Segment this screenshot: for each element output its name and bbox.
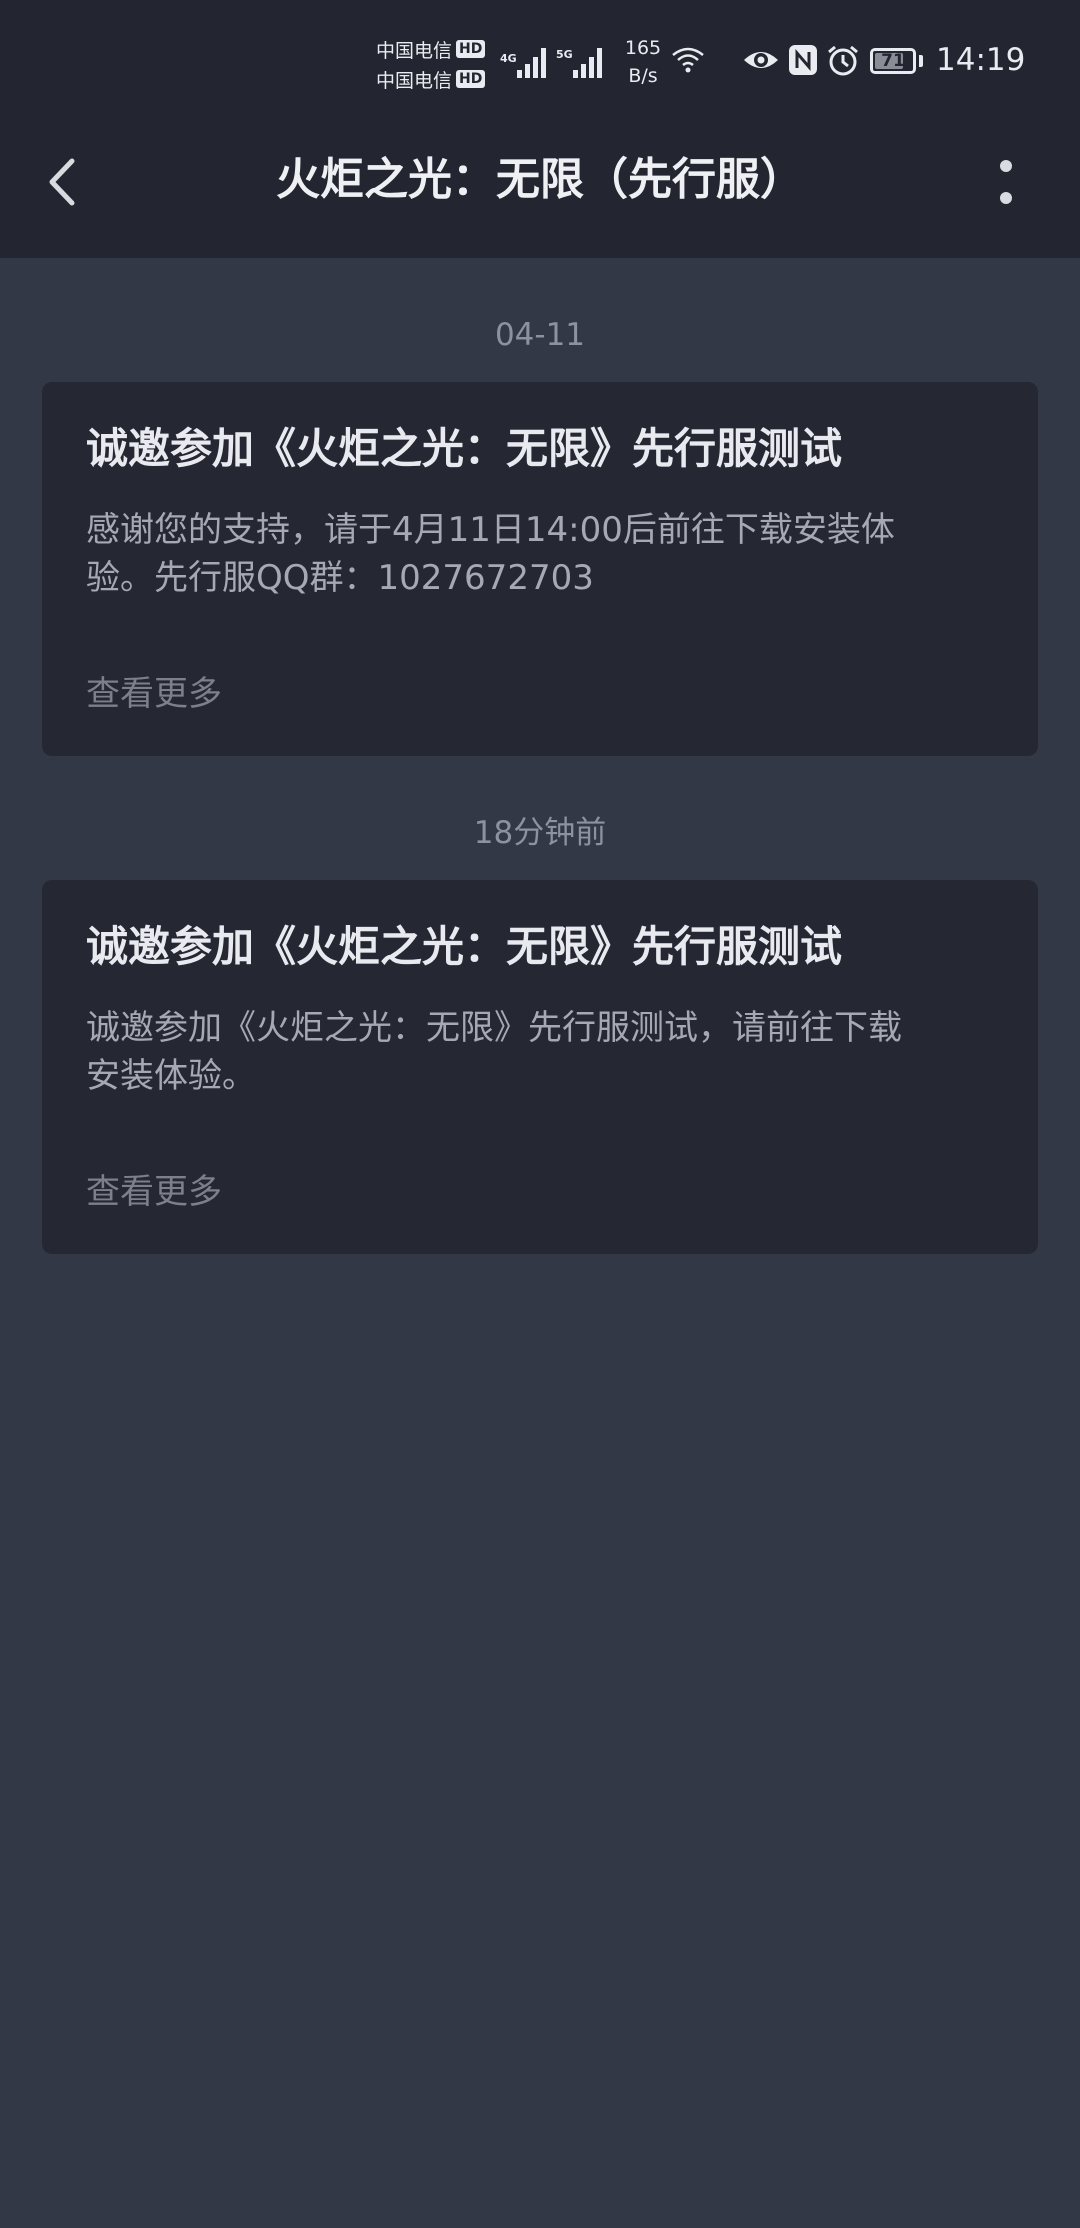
message-body-line: 诚邀参加《火炬之光：无限》先行服测试，请前往下载	[86, 1008, 902, 1048]
signal-icon-2	[573, 48, 602, 78]
message-list: 04-11 诚邀参加《火炬之光：无限》先行服测试 感谢您的支持，请于4月11日1…	[0, 258, 1080, 1254]
back-button[interactable]	[30, 150, 94, 214]
more-vertical-icon	[1000, 160, 1012, 204]
battery-percent: 71	[881, 51, 905, 71]
status-bar: 中国电信 HD 中国电信 HD 4G 5G 165 B/s 71 14:19	[0, 0, 1080, 120]
view-more-link[interactable]: 查看更多	[86, 670, 222, 718]
carrier-line-1: 中国电信 HD	[376, 34, 494, 64]
speed-unit: B/s	[628, 65, 658, 87]
carrier-name-2: 中国电信	[376, 69, 453, 92]
message-body: 感谢您的支持，请于4月11日14:00后前往下载安装体 验。先行服QQ群：102…	[86, 506, 994, 602]
speed-value: 165	[624, 37, 662, 59]
wifi-icon	[672, 47, 704, 73]
page-title: 火炬之光：无限（先行服）	[276, 154, 804, 205]
title-bar: 火炬之光：无限（先行服）	[0, 120, 1080, 258]
message-date: 18分钟前	[473, 815, 607, 851]
message-body-line: 验。先行服QQ群：1027672703	[86, 558, 594, 598]
hd-badge-2: HD	[456, 70, 486, 88]
alarm-icon	[828, 45, 858, 76]
signal-icon	[517, 48, 546, 78]
network-type-2: 5G	[556, 48, 573, 61]
battery-tip	[919, 55, 923, 67]
message-title: 诚邀参加《火炬之光：无限》先行服测试	[86, 424, 843, 473]
message-title: 诚邀参加《火炬之光：无限》先行服测试	[86, 922, 843, 971]
message-body: 诚邀参加《火炬之光：无限》先行服测试，请前往下载 安装体验。	[86, 1004, 994, 1100]
more-options-button[interactable]	[976, 150, 1036, 214]
nfc-icon	[789, 45, 817, 75]
eye-icon	[744, 52, 778, 68]
carrier-info: 中国电信 HD 中国电信 HD	[376, 34, 494, 94]
view-more-link[interactable]: 查看更多	[86, 1168, 222, 1216]
network-speed: 165 B/s	[618, 34, 668, 90]
message-body-line: 感谢您的支持，请于4月11日14:00后前往下载安装体	[86, 510, 895, 550]
message-date: 04-11	[494, 317, 586, 353]
network-type-1: 4G	[500, 52, 517, 65]
top-app-area: 中国电信 HD 中国电信 HD 4G 5G 165 B/s 71 14:19 火…	[0, 0, 1080, 258]
message-body-line: 安装体验。	[86, 1056, 256, 1096]
carrier-name-1: 中国电信	[376, 39, 453, 62]
message-card[interactable]: 诚邀参加《火炬之光：无限》先行服测试 感谢您的支持，请于4月11日14:00后前…	[42, 382, 1038, 756]
carrier-line-2: 中国电信 HD	[376, 64, 494, 94]
status-clock: 14:19	[936, 42, 1026, 78]
message-card[interactable]: 诚邀参加《火炬之光：无限》先行服测试 诚邀参加《火炬之光：无限》先行服测试，请前…	[42, 880, 1038, 1254]
back-arrow-icon	[49, 158, 75, 206]
battery-icon: 71	[870, 48, 916, 74]
hd-badge-1: HD	[456, 40, 486, 58]
